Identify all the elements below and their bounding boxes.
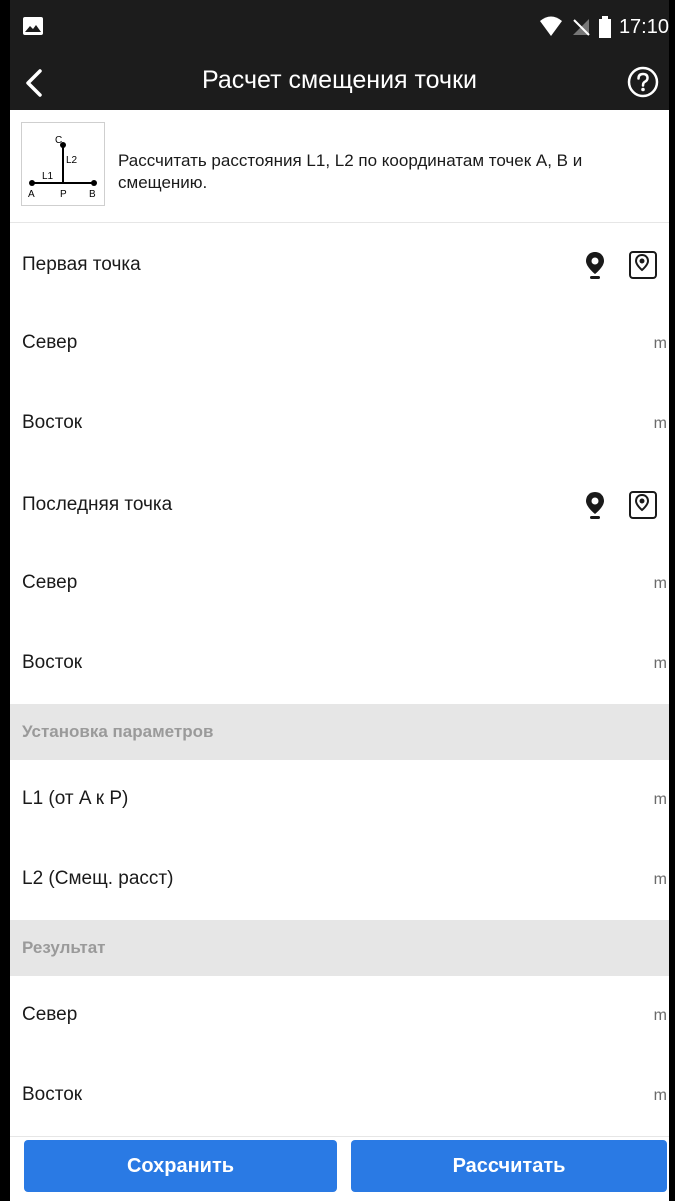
last-north-unit: m	[653, 575, 667, 592]
last-east-input[interactable]	[260, 648, 629, 682]
wifi-icon	[539, 16, 562, 36]
last-east-label: Восток	[22, 652, 83, 673]
result-east-value	[260, 1080, 629, 1114]
params-section-header: Установка параметров	[10, 704, 669, 760]
status-icons: 17:10	[539, 12, 669, 42]
first-east-label: Восток	[22, 412, 83, 433]
offset-diagram-icon: C L1 L2 A P B	[28, 135, 97, 200]
location-pin-icon[interactable]	[583, 250, 607, 280]
result-east-label: Восток	[22, 1084, 83, 1105]
result-north-unit: m	[653, 1007, 667, 1024]
pick-from-map-icon[interactable]	[627, 488, 659, 520]
app-bar: Расчет смещения точки	[10, 54, 669, 110]
result-north-label: Север	[22, 1004, 78, 1025]
status-time: 17:10	[618, 15, 669, 38]
offset-diagram-thumbnail: C L1 L2 A P B	[21, 122, 105, 206]
first-east-unit: m	[653, 415, 667, 432]
diagram-label-c: C	[55, 135, 62, 146]
last-north-label: Север	[22, 572, 78, 593]
screen: 17:10 Расчет смещения точки C L1 L2 A P …	[10, 0, 669, 1201]
last-north-input[interactable]	[260, 568, 629, 602]
result-east-unit: m	[653, 1087, 667, 1104]
first-north-label: Север	[22, 332, 78, 353]
params-title: Установка параметров	[22, 722, 214, 741]
first-north-unit: m	[653, 335, 667, 352]
first-point-east-row: Восток m	[10, 384, 669, 465]
last-point-north-row: Север m	[10, 544, 669, 625]
status-bar: 17:10	[10, 0, 669, 54]
last-east-unit: m	[653, 655, 667, 672]
first-point-header: Первая точка	[10, 224, 669, 305]
result-north-value	[260, 1000, 629, 1034]
l1-label: L1 (от A к P)	[22, 788, 129, 809]
description-text: Рассчитать расстояния L1, L2 по координа…	[118, 151, 583, 192]
first-point-north-row: Север m	[10, 304, 669, 385]
diagram-label-l2: L2	[66, 155, 78, 166]
location-pin-icon[interactable]	[583, 490, 607, 520]
result-section-header: Результат	[10, 920, 669, 976]
first-north-input[interactable]	[260, 328, 629, 362]
l2-label: L2 (Смещ. расст)	[22, 868, 174, 889]
result-east-row: Восток m	[10, 1056, 669, 1137]
l2-input[interactable]	[260, 864, 629, 898]
l2-unit: m	[653, 871, 667, 888]
result-title: Результат	[22, 938, 106, 957]
l1-input[interactable]	[260, 784, 629, 818]
result-north-row: Север m	[10, 976, 669, 1057]
save-button[interactable]: Сохранить	[24, 1140, 337, 1192]
no-signal-icon	[572, 19, 590, 36]
last-point-east-row: Восток m	[10, 624, 669, 705]
page-title: Расчет смещения точки	[202, 66, 477, 94]
last-point-title: Последняя точка	[22, 494, 173, 515]
description-block: C L1 L2 A P B Рассчитать расстояния L1, …	[10, 110, 669, 223]
l1-unit: m	[653, 791, 667, 808]
diagram-label-p: P	[60, 189, 67, 200]
diagram-label-b: B	[89, 189, 96, 200]
l1-row: L1 (от A к P) m	[10, 760, 669, 841]
image-notification-icon	[23, 17, 43, 35]
battery-icon	[598, 16, 611, 38]
first-east-input[interactable]	[260, 408, 629, 442]
calculate-button[interactable]: Рассчитать	[351, 1140, 667, 1192]
first-point-title: Первая точка	[22, 254, 141, 275]
l2-row: L2 (Смещ. расст) m	[10, 840, 669, 921]
last-point-header: Последняя точка	[10, 464, 669, 545]
diagram-label-a: A	[28, 189, 35, 200]
pick-from-map-icon[interactable]	[627, 248, 659, 280]
diagram-label-l1: L1	[42, 171, 54, 182]
help-icon[interactable]	[627, 66, 659, 98]
